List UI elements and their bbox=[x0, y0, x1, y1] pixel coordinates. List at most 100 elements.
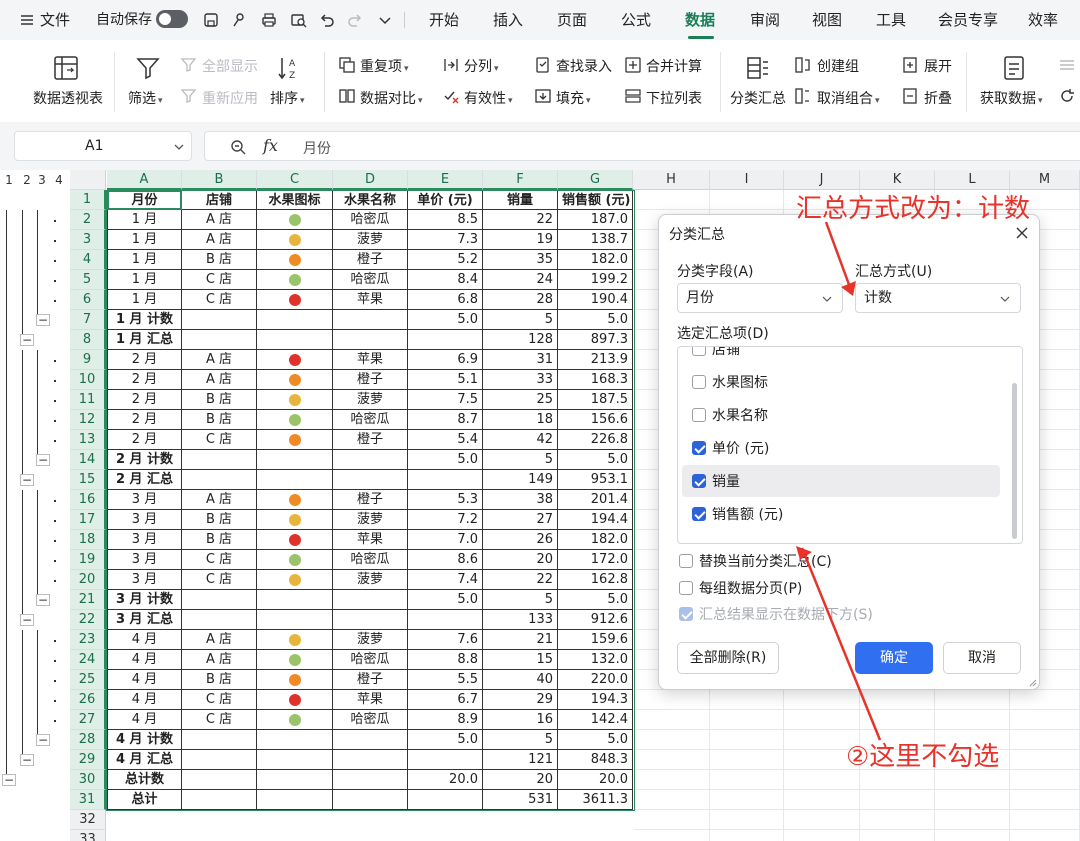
cell-f11[interactable]: 25 bbox=[483, 390, 558, 410]
item-checkbox[interactable] bbox=[692, 507, 706, 521]
cell-b16[interactable]: A 店 bbox=[182, 490, 257, 510]
row-header[interactable]: 7 bbox=[70, 310, 106, 330]
cell-g30[interactable]: 20.0 bbox=[558, 770, 633, 790]
cell-f26[interactable]: 29 bbox=[483, 690, 558, 710]
show-all-button[interactable]: 全部显示 bbox=[202, 56, 258, 76]
cell-a25[interactable]: 4 月 bbox=[107, 670, 182, 690]
cell-f15[interactable]: 149 bbox=[483, 470, 558, 490]
get-data-button[interactable]: 获取数据 ▾ bbox=[980, 88, 1043, 108]
cell-d4[interactable]: 橙子 bbox=[333, 250, 408, 270]
cell-b4[interactable]: B 店 bbox=[182, 250, 257, 270]
cell-g22[interactable]: 912.6 bbox=[558, 610, 633, 630]
cell-g31[interactable]: 3611.3 bbox=[558, 790, 633, 810]
cell-d1[interactable]: 水果名称 bbox=[333, 190, 408, 210]
outline-collapse-button[interactable]: − bbox=[20, 474, 34, 486]
item-checkbox[interactable] bbox=[692, 408, 706, 422]
cell-a5[interactable]: 1 月 bbox=[107, 270, 182, 290]
cell-g21[interactable]: 5.0 bbox=[558, 590, 633, 610]
row-header[interactable]: 21 bbox=[70, 590, 106, 610]
cell-f20[interactable]: 22 bbox=[483, 570, 558, 590]
cell-d25[interactable]: 橙子 bbox=[333, 670, 408, 690]
cell-f10[interactable]: 33 bbox=[483, 370, 558, 390]
cell-a12[interactable]: 2 月 bbox=[107, 410, 182, 430]
row-header[interactable]: 29 bbox=[70, 750, 106, 770]
row-header[interactable]: 16 bbox=[70, 490, 106, 510]
cell-a24[interactable]: 4 月 bbox=[107, 650, 182, 670]
cell-g17[interactable]: 194.4 bbox=[558, 510, 633, 530]
cell-g3[interactable]: 138.7 bbox=[558, 230, 633, 250]
column-header-l[interactable]: L bbox=[935, 170, 1010, 190]
cell-f5[interactable]: 24 bbox=[483, 270, 558, 290]
cell-b10[interactable]: A 店 bbox=[182, 370, 257, 390]
cell-a17[interactable]: 3 月 bbox=[107, 510, 182, 530]
share-icon[interactable] bbox=[230, 11, 248, 29]
row-header[interactable]: 2 bbox=[70, 210, 106, 230]
cell-f21[interactable]: 5 bbox=[483, 590, 558, 610]
cell-a4[interactable]: 1 月 bbox=[107, 250, 182, 270]
row-header[interactable]: 28 bbox=[70, 730, 106, 750]
cell-b12[interactable]: B 店 bbox=[182, 410, 257, 430]
cell-b26[interactable]: C 店 bbox=[182, 690, 257, 710]
cell-a26[interactable]: 4 月 bbox=[107, 690, 182, 710]
cell-b5[interactable]: C 店 bbox=[182, 270, 257, 290]
outline-collapse-button[interactable]: − bbox=[20, 754, 34, 766]
row-header[interactable]: 4 bbox=[70, 250, 106, 270]
cell-g5[interactable]: 199.2 bbox=[558, 270, 633, 290]
cell-g8[interactable]: 897.3 bbox=[558, 330, 633, 350]
cell-c24[interactable] bbox=[257, 650, 333, 670]
cell-d30[interactable] bbox=[333, 770, 408, 790]
items-list[interactable]: 店铺 水果图标 水果名称 单价 (元) 销量 销售额 (元) bbox=[677, 346, 1023, 544]
cell-a6[interactable]: 1 月 bbox=[107, 290, 182, 310]
cell-b28[interactable] bbox=[182, 730, 257, 750]
cell-f19[interactable]: 20 bbox=[483, 550, 558, 570]
cell-f28[interactable]: 5 bbox=[483, 730, 558, 750]
cell-g29[interactable]: 848.3 bbox=[558, 750, 633, 770]
cell-d6[interactable]: 苹果 bbox=[333, 290, 408, 310]
cell-e10[interactable]: 5.1 bbox=[408, 370, 483, 390]
cell-a8[interactable]: 1 月 汇总 bbox=[107, 330, 182, 350]
item-checkbox[interactable] bbox=[692, 474, 706, 488]
cell-d28[interactable] bbox=[333, 730, 408, 750]
formula-input[interactable]: fx 月份 bbox=[204, 131, 1080, 161]
row-header[interactable]: 18 bbox=[70, 530, 106, 550]
fill-button[interactable]: 填充 ▾ bbox=[556, 88, 591, 108]
outline-collapse-button[interactable]: − bbox=[36, 314, 50, 326]
cell-a18[interactable]: 3 月 bbox=[107, 530, 182, 550]
cell-b27[interactable]: C 店 bbox=[182, 710, 257, 730]
close-icon[interactable] bbox=[1015, 226, 1029, 240]
cell-b29[interactable] bbox=[182, 750, 257, 770]
cell-g11[interactable]: 187.5 bbox=[558, 390, 633, 410]
cell-e26[interactable]: 6.7 bbox=[408, 690, 483, 710]
cell-d12[interactable]: 哈密瓜 bbox=[333, 410, 408, 430]
row-header[interactable]: 23 bbox=[70, 630, 106, 650]
ok-button[interactable]: 确定 bbox=[855, 642, 933, 674]
cell-g4[interactable]: 182.0 bbox=[558, 250, 633, 270]
cell-d23[interactable]: 菠萝 bbox=[333, 630, 408, 650]
cell-b18[interactable]: B 店 bbox=[182, 530, 257, 550]
cell-e12[interactable]: 8.7 bbox=[408, 410, 483, 430]
cell-f7[interactable]: 5 bbox=[483, 310, 558, 330]
cell-b1[interactable]: 店铺 bbox=[182, 190, 257, 210]
row-header[interactable]: 33 bbox=[70, 830, 106, 841]
filter-button[interactable]: 筛选 ▾ bbox=[128, 88, 163, 108]
column-header-e[interactable]: E bbox=[408, 170, 483, 190]
cell-c7[interactable] bbox=[257, 310, 333, 330]
cell-e7[interactable]: 5.0 bbox=[408, 310, 483, 330]
cell-e29[interactable] bbox=[408, 750, 483, 770]
cell-d20[interactable]: 菠萝 bbox=[333, 570, 408, 590]
cell-a20[interactable]: 3 月 bbox=[107, 570, 182, 590]
cell-f30[interactable]: 20 bbox=[483, 770, 558, 790]
row-header[interactable]: 6 bbox=[70, 290, 106, 310]
cell-c19[interactable] bbox=[257, 550, 333, 570]
cell-e21[interactable]: 5.0 bbox=[408, 590, 483, 610]
row-header[interactable]: 14 bbox=[70, 450, 106, 470]
cell-e8[interactable] bbox=[408, 330, 483, 350]
select-all-corner[interactable] bbox=[70, 170, 106, 190]
cell-e20[interactable]: 7.4 bbox=[408, 570, 483, 590]
outline-collapse-button[interactable]: − bbox=[36, 454, 50, 466]
outline-level-1[interactable]: 1 bbox=[2, 172, 16, 188]
cell-b14[interactable] bbox=[182, 450, 257, 470]
undo-icon[interactable] bbox=[318, 11, 336, 29]
below-checkbox[interactable] bbox=[679, 607, 693, 621]
cell-e16[interactable]: 5.3 bbox=[408, 490, 483, 510]
